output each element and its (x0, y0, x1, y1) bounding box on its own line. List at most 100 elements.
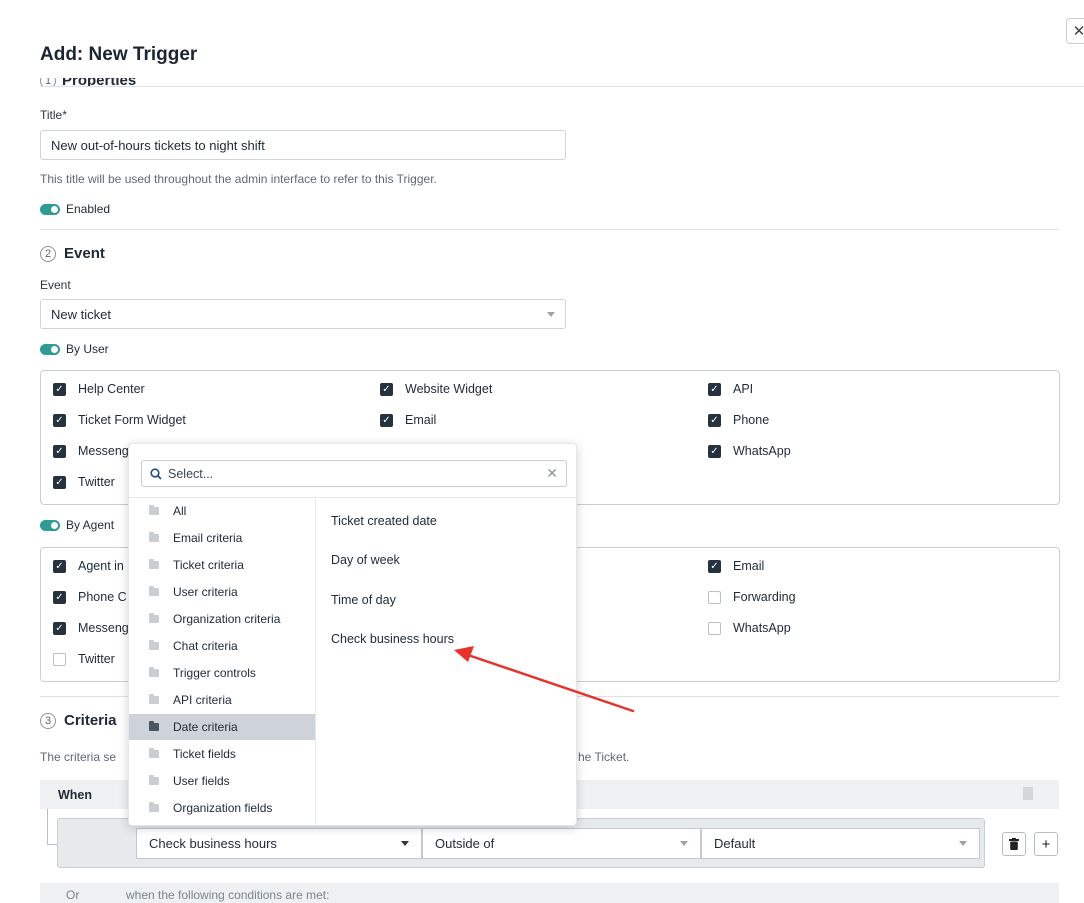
condition-operator-value: Outside of (435, 836, 495, 851)
channel-label: Email (405, 413, 437, 427)
channel-checkbox[interactable]: ✓ Email (380, 413, 436, 427)
channel-checkbox[interactable]: ✓ Phone C (53, 590, 127, 604)
checkbox-icon[interactable]: ✓ (53, 444, 66, 458)
channel-checkbox[interactable]: ✓ WhatsApp (708, 444, 791, 458)
category-item[interactable]: Ticket fields (129, 741, 315, 767)
trash-icon[interactable] (1023, 787, 1033, 800)
channel-checkbox[interactable]: ✓ Messeng (53, 444, 129, 458)
category-item-selected[interactable]: Date criteria (129, 714, 315, 740)
category-label: Trigger controls (173, 666, 256, 680)
checkbox-icon[interactable]: ✓ (708, 559, 721, 573)
checkbox-icon[interactable]: ✓ (53, 652, 66, 666)
channel-checkbox[interactable]: ✓ API (708, 382, 753, 396)
option-item[interactable]: Day of week (331, 553, 400, 567)
category-label: Organization fields (173, 801, 273, 815)
channel-label: Messeng (78, 444, 129, 458)
category-item[interactable]: Organization fields (129, 795, 315, 821)
section-divider (40, 229, 1059, 230)
by-user-toggle[interactable] (40, 343, 60, 355)
checkbox-icon[interactable]: ✓ (708, 590, 721, 604)
step-number: 2 (40, 245, 56, 262)
channel-label: Forwarding (733, 590, 796, 604)
enabled-toggle-row[interactable]: Enabled (40, 202, 110, 216)
step-number: 3 (40, 712, 56, 729)
folder-icon (149, 532, 159, 542)
search-placeholder: Select... (168, 466, 214, 481)
folder-icon (149, 802, 159, 812)
channel-label: Phone C (78, 590, 127, 604)
checkbox-icon[interactable]: ✓ (708, 382, 721, 396)
plus-icon: + (1041, 835, 1051, 853)
by-user-toggle-row[interactable]: By User (40, 342, 109, 356)
enabled-toggle[interactable] (40, 203, 60, 215)
checkbox-icon[interactable]: ✓ (53, 590, 66, 604)
checkbox-icon[interactable]: ✓ (53, 413, 66, 427)
channel-label: Twitter (78, 475, 115, 489)
checkbox-icon[interactable]: ✓ (708, 413, 721, 427)
checkbox-icon[interactable]: ✓ (53, 475, 66, 489)
checkbox-icon[interactable]: ✓ (53, 559, 66, 573)
dropdown-search-input[interactable]: Select... ✕ (141, 460, 567, 487)
checkbox-icon[interactable]: ✓ (380, 382, 393, 396)
by-user-label: By User (66, 342, 109, 356)
dropdown-column-divider (315, 498, 316, 825)
channel-checkbox[interactable]: ✓ Email (708, 559, 764, 573)
checkbox-icon[interactable]: ✓ (53, 382, 66, 396)
channel-checkbox[interactable]: ✓ Agent in (53, 559, 124, 573)
section-title: Criteria (64, 712, 117, 729)
option-item[interactable]: Check business hours (331, 632, 454, 646)
checkbox-icon[interactable]: ✓ (708, 444, 721, 458)
checkbox-icon[interactable]: ✓ (708, 621, 721, 635)
by-agent-toggle-row[interactable]: By Agent (40, 518, 114, 532)
properties-heading: 1 Properties (40, 78, 340, 86)
option-item[interactable]: Time of day (331, 593, 396, 607)
criteria-heading: 3 Criteria (40, 712, 117, 729)
channel-label: API (733, 382, 754, 396)
category-item[interactable]: Trigger controls (129, 660, 315, 686)
event-select[interactable]: New ticket (40, 299, 566, 329)
title-help-text: This title will be used throughout the a… (40, 172, 437, 186)
condition-value-select[interactable]: Default (701, 828, 980, 859)
when-label: When (58, 788, 93, 802)
add-condition-button[interactable]: + (1034, 832, 1058, 856)
category-item[interactable]: Ticket criteria (129, 552, 315, 578)
channel-checkbox[interactable]: ✓ Website Widget (380, 382, 492, 396)
or-bar: Or when the following conditions are met… (40, 883, 1059, 903)
or-text: when the following conditions are met: (126, 888, 330, 902)
category-label: User fields (173, 774, 230, 788)
channel-checkbox[interactable]: ✓ Forwarding (708, 590, 796, 604)
channel-checkbox[interactable]: ✓ WhatsApp (708, 621, 791, 635)
channel-checkbox[interactable]: ✓ Phone (708, 413, 769, 427)
category-item[interactable]: User fields (129, 768, 315, 794)
clear-icon[interactable]: ✕ (546, 465, 558, 482)
search-icon (150, 467, 162, 480)
channel-checkbox[interactable]: ✓ Ticket Form Widget (53, 413, 186, 427)
annotation-arrow-icon (454, 646, 635, 713)
delete-condition-button[interactable] (1002, 832, 1026, 856)
event-heading: 2 Event (40, 245, 105, 262)
title-input-value: New out-of-hours tickets to night shift (51, 137, 265, 153)
checkbox-icon[interactable]: ✓ (380, 413, 393, 427)
channel-label: Phone (733, 413, 770, 427)
category-item[interactable]: Email criteria (129, 525, 315, 551)
title-input[interactable]: New out-of-hours tickets to night shift (40, 130, 566, 160)
checkbox-icon[interactable]: ✓ (53, 621, 66, 635)
section-title: Properties (62, 78, 136, 86)
category-item[interactable]: Chat criteria (129, 633, 315, 659)
category-item[interactable]: API criteria (129, 687, 315, 713)
channel-checkbox[interactable]: ✓ Twitter (53, 652, 115, 666)
close-button[interactable]: ✕ (1066, 18, 1084, 44)
condition-field-select[interactable]: Check business hours (136, 828, 422, 859)
category-item[interactable]: Organization criteria (129, 606, 315, 632)
by-agent-toggle[interactable] (40, 519, 60, 531)
category-item[interactable]: User criteria (129, 579, 315, 605)
folder-icon (149, 505, 159, 515)
condition-operator-select[interactable]: Outside of (422, 828, 701, 859)
category-item[interactable]: All (129, 498, 315, 524)
header-divider (40, 86, 1084, 87)
channel-checkbox[interactable]: ✓ Help Center (53, 382, 145, 396)
channel-checkbox[interactable]: ✓ Twitter (53, 475, 115, 489)
channel-checkbox[interactable]: ✓ Messeng (53, 621, 129, 635)
option-item[interactable]: Ticket created date (331, 514, 437, 528)
category-label: Ticket fields (173, 747, 236, 761)
